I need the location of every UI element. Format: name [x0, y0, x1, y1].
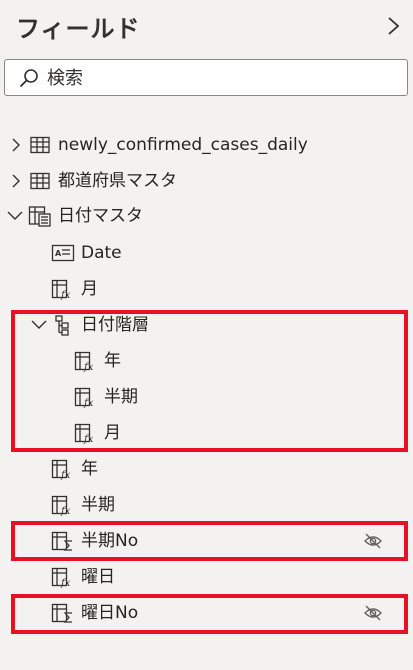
tree-item-label: Date	[81, 243, 122, 263]
svg-text:fx: fx	[60, 290, 71, 300]
chevron-down-icon[interactable]	[6, 208, 23, 224]
tree-item-field[interactable]: fx 半期	[0, 487, 413, 523]
svg-text:fx: fx	[60, 506, 71, 516]
svg-text:fx: fx	[83, 398, 94, 408]
calculated-column-icon: fx	[51, 278, 73, 301]
sum-column-icon	[51, 530, 73, 552]
tree-item-table[interactable]: 都道府県マスタ	[0, 163, 413, 199]
tree-item-label: 半期	[81, 495, 115, 515]
tree-item-table[interactable]: newly_confirmed_cases_daily	[0, 127, 413, 163]
tree-item-field[interactable]: A Date	[0, 235, 413, 271]
search-input[interactable]	[47, 65, 387, 91]
chevron-right-icon[interactable]	[9, 137, 23, 153]
hidden-eye-icon[interactable]	[363, 603, 383, 623]
hierarchy-icon	[53, 314, 75, 336]
tree-item-label: 月	[81, 279, 98, 299]
tree-item-label: 年	[104, 351, 121, 371]
tree-item-label: 月	[104, 423, 121, 443]
search-box[interactable]	[4, 59, 408, 96]
tree-item-label: 半期No	[81, 531, 139, 551]
tree-item-label: newly_confirmed_cases_daily	[58, 135, 308, 155]
collapse-pane-button[interactable]	[384, 14, 404, 38]
calculated-column-icon: fx	[51, 494, 73, 517]
table-icon	[29, 170, 51, 192]
chevron-down-icon[interactable]	[30, 317, 47, 333]
tree-item-field[interactable]: 半期No	[0, 523, 413, 559]
search-icon	[19, 68, 39, 88]
chevron-right-icon	[388, 17, 400, 35]
date-field-icon: A	[51, 242, 75, 264]
tree-item-label: 曜日No	[81, 603, 139, 623]
tree-item-label: 半期	[104, 387, 138, 407]
calculated-column-icon: fx	[74, 422, 96, 445]
tree-item-hierarchy-level[interactable]: fx 月	[0, 415, 413, 451]
table-icon	[29, 134, 51, 156]
tree-item-field[interactable]: fx 年	[0, 451, 413, 487]
calculated-column-icon: fx	[74, 350, 96, 373]
hidden-eye-icon[interactable]	[363, 531, 383, 551]
svg-text:A: A	[55, 249, 62, 258]
pane-title: フィールド	[16, 15, 141, 43]
svg-text:fx: fx	[60, 578, 71, 588]
tree-item-label: 都道府県マスタ	[58, 171, 177, 191]
tree-item-label: 曜日	[81, 567, 115, 587]
calculated-column-icon: fx	[51, 458, 73, 481]
calculated-table-icon	[28, 205, 51, 227]
tree-item-field[interactable]: fx 曜日	[0, 559, 413, 595]
tree-item-hierarchy-level[interactable]: fx 半期	[0, 379, 413, 415]
tree-item-label: 年	[81, 459, 98, 479]
calculated-column-icon: fx	[74, 386, 96, 409]
sum-column-icon	[51, 602, 73, 624]
svg-text:fx: fx	[60, 470, 71, 480]
tree-item-hierarchy-level[interactable]: fx 年	[0, 343, 413, 379]
tree-item-hierarchy[interactable]: 日付階層	[0, 307, 413, 343]
tree-item-label: 日付マスタ	[58, 206, 143, 226]
chevron-right-icon[interactable]	[9, 173, 23, 189]
tree-item-field[interactable]: 曜日No	[0, 595, 413, 631]
tree-item-table[interactable]: 日付マスタ	[0, 198, 413, 234]
svg-text:fx: fx	[83, 434, 94, 444]
calculated-column-icon: fx	[51, 566, 73, 589]
svg-text:fx: fx	[83, 362, 94, 372]
tree-item-label: 日付階層	[81, 315, 149, 335]
tree-item-field[interactable]: fx 月	[0, 271, 413, 307]
